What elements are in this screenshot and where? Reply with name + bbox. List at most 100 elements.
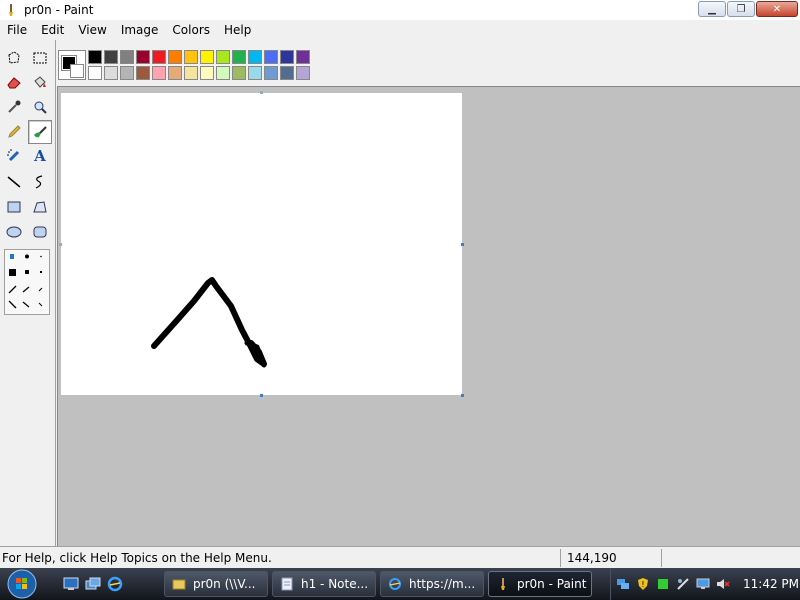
taskbar-button-paint[interactable]: pr0n - Paint	[488, 571, 592, 597]
brush-shape-slash-small[interactable]	[38, 287, 43, 292]
sync-icon[interactable]	[675, 576, 691, 592]
brush-shape-round-large[interactable]	[10, 254, 14, 259]
minimize-button[interactable]: ▁	[698, 1, 726, 17]
window-title: pr0n - Paint	[24, 3, 94, 17]
palette-swatch[interactable]	[232, 50, 246, 64]
free-form-select-tool[interactable]	[2, 46, 26, 70]
eraser-tool[interactable]	[2, 70, 26, 94]
palette-swatch[interactable]	[184, 66, 198, 80]
tool-box: A	[0, 40, 56, 546]
switch-windows-icon[interactable]	[84, 575, 102, 593]
taskbar-button-browser[interactable]: https://m...	[380, 571, 484, 597]
minimize-icon: ▁	[708, 3, 716, 15]
palette-swatch[interactable]	[136, 50, 150, 64]
palette-swatch[interactable]	[296, 66, 310, 80]
palette-swatch[interactable]	[152, 66, 166, 80]
resize-handle-bottom[interactable]	[260, 394, 263, 397]
palette-swatch[interactable]	[88, 50, 102, 64]
text-icon: A	[34, 147, 46, 165]
internet-explorer-icon[interactable]	[106, 575, 124, 593]
brush-shape-backslash-small[interactable]	[38, 302, 43, 307]
palette-swatch[interactable]	[168, 66, 182, 80]
menu-edit[interactable]: Edit	[34, 20, 71, 40]
clock: 11:42 PM	[743, 577, 799, 591]
pick-color-tool[interactable]	[2, 95, 26, 119]
airbrush-tool[interactable]	[2, 144, 26, 168]
brush-shape-round-small[interactable]	[40, 255, 42, 258]
close-icon: ✕	[772, 3, 782, 15]
brush-tool[interactable]	[28, 120, 52, 144]
taskbar-button-explorer[interactable]: pr0n (\\V...	[164, 571, 268, 597]
ellipse-icon	[6, 226, 22, 238]
brush-shape-round-medium[interactable]	[25, 254, 29, 259]
palette-swatch[interactable]	[104, 66, 118, 80]
menu-view[interactable]: View	[71, 20, 113, 40]
palette-swatch[interactable]	[232, 66, 246, 80]
magnifier-tool[interactable]	[28, 95, 52, 119]
palette-swatch[interactable]	[168, 50, 182, 64]
palette-swatch[interactable]	[104, 50, 118, 64]
canvas-drawing	[151, 277, 267, 368]
menu-image[interactable]: Image	[114, 20, 166, 40]
brush-shape-backslash-large[interactable]	[8, 300, 17, 309]
paint-icon	[495, 576, 511, 592]
palette-swatch[interactable]	[120, 50, 134, 64]
brush-shape-slash-large[interactable]	[8, 285, 17, 294]
palette-swatch[interactable]	[136, 66, 150, 80]
brush-shape-square-small[interactable]	[40, 271, 42, 273]
close-button[interactable]: ✕	[756, 1, 798, 17]
start-button[interactable]	[0, 568, 44, 600]
resize-handle-right[interactable]	[461, 243, 464, 246]
palette-swatch[interactable]	[280, 66, 294, 80]
eraser-icon	[7, 77, 21, 89]
rectangle-tool[interactable]	[2, 195, 26, 219]
ellipse-tool[interactable]	[2, 220, 26, 244]
menu-file[interactable]: File	[0, 20, 34, 40]
palette-swatch[interactable]	[264, 50, 278, 64]
select-tool[interactable]	[28, 46, 52, 70]
curve-tool[interactable]	[28, 170, 52, 194]
palette-swatch[interactable]	[152, 50, 166, 64]
notepad-icon	[279, 576, 295, 592]
palette-swatch[interactable]	[280, 50, 294, 64]
brush-shape-square-large[interactable]	[9, 269, 16, 276]
palette-swatch[interactable]	[184, 50, 198, 64]
text-tool[interactable]: A	[28, 144, 52, 168]
palette-swatch[interactable]	[248, 50, 262, 64]
palette-swatch[interactable]	[88, 66, 102, 80]
palette-swatch[interactable]	[200, 50, 214, 64]
palette-swatch[interactable]	[120, 66, 134, 80]
polygon-tool[interactable]	[28, 195, 52, 219]
menu-help[interactable]: Help	[217, 20, 258, 40]
volume-muted-icon[interactable]	[715, 576, 731, 592]
brush-shape-square-medium[interactable]	[25, 270, 29, 274]
palette-swatch[interactable]	[200, 66, 214, 80]
brush-shape-slash-medium[interactable]	[22, 286, 30, 293]
display-icon[interactable]	[695, 576, 711, 592]
palette-swatch[interactable]	[216, 50, 230, 64]
curve-icon	[35, 175, 43, 189]
taskbar-button-notepad[interactable]: h1 - Note...	[272, 571, 376, 597]
background-color	[70, 64, 84, 78]
resize-handle-corner[interactable]	[461, 394, 464, 397]
pencil-tool[interactable]	[2, 120, 26, 144]
color-palette	[56, 40, 800, 86]
palette-swatch[interactable]	[264, 66, 278, 80]
restore-button[interactable]: ❐	[727, 1, 755, 17]
fill-tool[interactable]	[28, 70, 52, 94]
line-tool[interactable]	[2, 170, 26, 194]
rounded-rectangle-tool[interactable]	[28, 220, 52, 244]
brush-shape-backslash-medium[interactable]	[22, 301, 30, 308]
security-shield-icon[interactable]: !	[635, 576, 651, 592]
palette-swatch[interactable]	[216, 66, 230, 80]
taskbar-button-label: https://m...	[409, 577, 476, 591]
network-icon[interactable]	[615, 576, 631, 592]
update-icon[interactable]	[655, 576, 671, 592]
drawing-canvas[interactable]	[61, 93, 462, 395]
palette-swatch[interactable]	[248, 66, 262, 80]
show-desktop-icon[interactable]	[62, 575, 80, 593]
palette-swatch[interactable]	[296, 50, 310, 64]
brush-stroke	[151, 277, 267, 367]
menu-colors[interactable]: Colors	[165, 20, 217, 40]
resize-handle-left	[59, 243, 62, 246]
